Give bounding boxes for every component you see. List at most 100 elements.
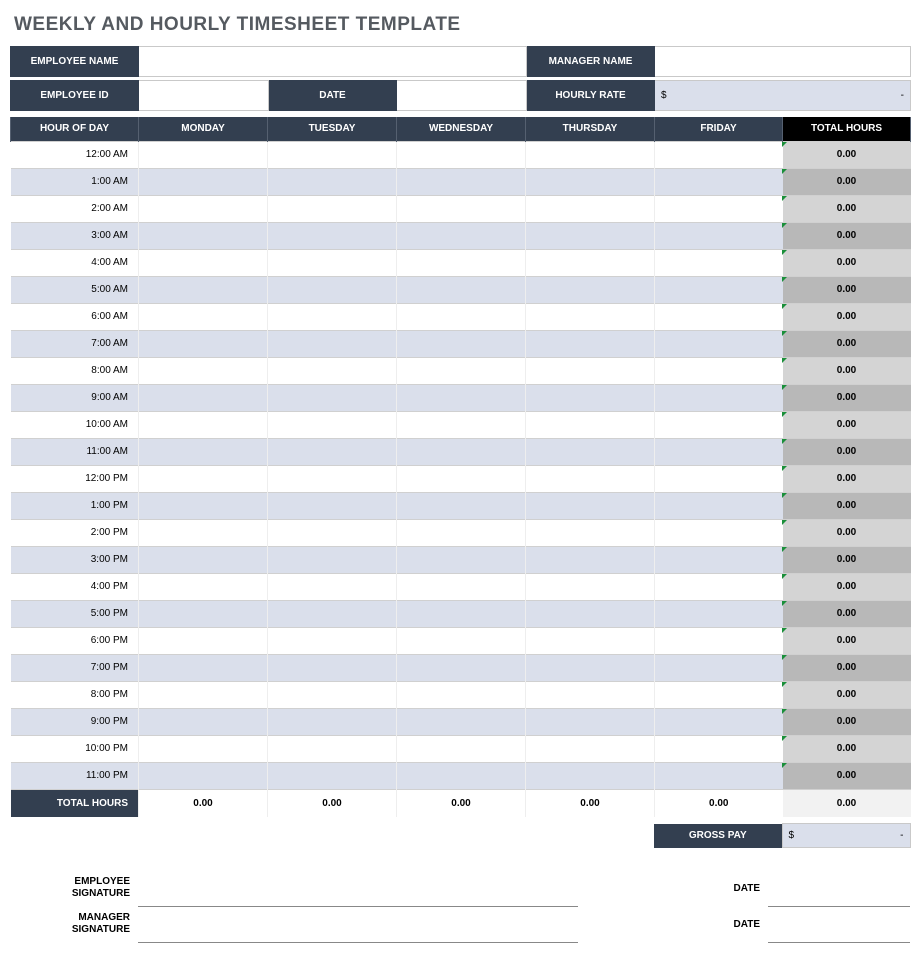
hour-cell[interactable] xyxy=(526,492,655,519)
hour-cell[interactable] xyxy=(526,411,655,438)
hour-cell[interactable] xyxy=(526,681,655,708)
hour-cell[interactable] xyxy=(397,438,526,465)
hour-cell[interactable] xyxy=(526,708,655,735)
hour-cell[interactable] xyxy=(526,141,655,168)
hour-cell[interactable] xyxy=(139,411,268,438)
hour-cell[interactable] xyxy=(139,249,268,276)
hour-cell[interactable] xyxy=(397,357,526,384)
hour-cell[interactable] xyxy=(655,654,783,681)
hour-cell[interactable] xyxy=(268,546,397,573)
hour-cell[interactable] xyxy=(139,357,268,384)
hour-cell[interactable] xyxy=(268,141,397,168)
hour-cell[interactable] xyxy=(397,708,526,735)
hour-cell[interactable] xyxy=(526,735,655,762)
hour-cell[interactable] xyxy=(139,708,268,735)
hour-cell[interactable] xyxy=(268,600,397,627)
hour-cell[interactable] xyxy=(655,708,783,735)
hour-cell[interactable] xyxy=(397,384,526,411)
hour-cell[interactable] xyxy=(139,195,268,222)
hour-cell[interactable] xyxy=(526,465,655,492)
manager-date-line[interactable] xyxy=(768,906,910,942)
hour-cell[interactable] xyxy=(655,384,783,411)
hour-cell[interactable] xyxy=(268,681,397,708)
employee-signature-line[interactable] xyxy=(138,870,578,906)
hour-cell[interactable] xyxy=(139,519,268,546)
hour-cell[interactable] xyxy=(526,438,655,465)
hour-cell[interactable] xyxy=(268,357,397,384)
hour-cell[interactable] xyxy=(397,411,526,438)
hour-cell[interactable] xyxy=(655,735,783,762)
hour-cell[interactable] xyxy=(268,762,397,789)
hour-cell[interactable] xyxy=(655,141,783,168)
hour-cell[interactable] xyxy=(268,330,397,357)
hour-cell[interactable] xyxy=(655,546,783,573)
hour-cell[interactable] xyxy=(655,762,783,789)
hour-cell[interactable] xyxy=(397,627,526,654)
employee-date-line[interactable] xyxy=(768,870,910,906)
hour-cell[interactable] xyxy=(655,195,783,222)
hour-cell[interactable] xyxy=(526,762,655,789)
hour-cell[interactable] xyxy=(268,249,397,276)
hour-cell[interactable] xyxy=(655,303,783,330)
hour-cell[interactable] xyxy=(397,492,526,519)
hour-cell[interactable] xyxy=(655,411,783,438)
hour-cell[interactable] xyxy=(268,168,397,195)
hour-cell[interactable] xyxy=(655,222,783,249)
hour-cell[interactable] xyxy=(655,438,783,465)
hour-cell[interactable] xyxy=(268,492,397,519)
hour-cell[interactable] xyxy=(268,303,397,330)
hour-cell[interactable] xyxy=(526,573,655,600)
hour-cell[interactable] xyxy=(397,141,526,168)
hour-cell[interactable] xyxy=(397,600,526,627)
hour-cell[interactable] xyxy=(139,627,268,654)
hour-cell[interactable] xyxy=(655,627,783,654)
hour-cell[interactable] xyxy=(655,357,783,384)
hour-cell[interactable] xyxy=(526,384,655,411)
hour-cell[interactable] xyxy=(268,195,397,222)
hour-cell[interactable] xyxy=(655,168,783,195)
hour-cell[interactable] xyxy=(526,222,655,249)
hour-cell[interactable] xyxy=(139,438,268,465)
hour-cell[interactable] xyxy=(268,276,397,303)
hour-cell[interactable] xyxy=(397,465,526,492)
hour-cell[interactable] xyxy=(397,276,526,303)
hour-cell[interactable] xyxy=(139,735,268,762)
hour-cell[interactable] xyxy=(397,681,526,708)
hour-cell[interactable] xyxy=(397,519,526,546)
hour-cell[interactable] xyxy=(139,492,268,519)
hour-cell[interactable] xyxy=(397,249,526,276)
hour-cell[interactable] xyxy=(139,141,268,168)
hour-cell[interactable] xyxy=(397,303,526,330)
hour-cell[interactable] xyxy=(139,546,268,573)
hour-cell[interactable] xyxy=(268,465,397,492)
employee-id-input[interactable] xyxy=(139,81,269,111)
gross-pay-value[interactable]: $ - xyxy=(782,824,910,848)
hour-cell[interactable] xyxy=(268,438,397,465)
hour-cell[interactable] xyxy=(397,762,526,789)
hour-cell[interactable] xyxy=(655,465,783,492)
hour-cell[interactable] xyxy=(397,735,526,762)
hour-cell[interactable] xyxy=(655,276,783,303)
hour-cell[interactable] xyxy=(139,384,268,411)
hour-cell[interactable] xyxy=(139,276,268,303)
hour-cell[interactable] xyxy=(526,276,655,303)
hour-cell[interactable] xyxy=(526,168,655,195)
hour-cell[interactable] xyxy=(397,222,526,249)
hour-cell[interactable] xyxy=(397,654,526,681)
hour-cell[interactable] xyxy=(655,249,783,276)
hour-cell[interactable] xyxy=(139,681,268,708)
hour-cell[interactable] xyxy=(655,600,783,627)
hour-cell[interactable] xyxy=(526,330,655,357)
hour-cell[interactable] xyxy=(397,546,526,573)
hour-cell[interactable] xyxy=(268,654,397,681)
hour-cell[interactable] xyxy=(268,519,397,546)
hour-cell[interactable] xyxy=(139,222,268,249)
manager-name-input[interactable] xyxy=(655,47,911,77)
hour-cell[interactable] xyxy=(268,222,397,249)
hour-cell[interactable] xyxy=(655,573,783,600)
hour-cell[interactable] xyxy=(139,168,268,195)
hour-cell[interactable] xyxy=(526,519,655,546)
hour-cell[interactable] xyxy=(139,330,268,357)
hour-cell[interactable] xyxy=(655,492,783,519)
hour-cell[interactable] xyxy=(526,627,655,654)
